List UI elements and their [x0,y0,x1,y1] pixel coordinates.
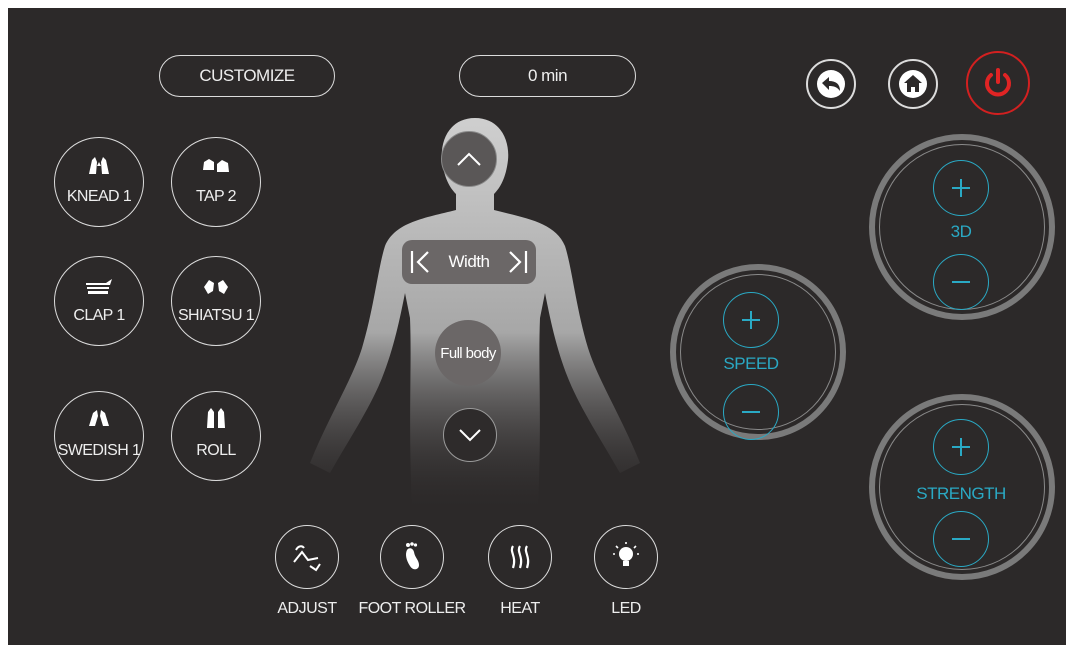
minus-icon [742,411,760,413]
strength-plus-button[interactable] [933,419,989,475]
width-wide-icon[interactable] [506,249,528,275]
width-control: Width [402,240,536,284]
plus-icon [742,311,760,329]
speed-label: SPEED [723,354,779,373]
move-up-button[interactable] [441,131,497,187]
mode-tap-button[interactable]: TAP 2 [171,137,261,227]
adjust-button[interactable] [275,525,339,589]
timer-display: 0 min [459,55,636,97]
width-narrow-icon[interactable] [410,249,432,275]
width-label: Width [448,252,490,271]
customize-button[interactable]: CUSTOMIZE [159,55,335,97]
power-button[interactable] [966,51,1030,115]
power-icon [985,68,1011,97]
strength-minus-button[interactable] [933,511,989,567]
tap-hands-icon [172,154,260,174]
foot-icon [406,542,419,570]
depth-plus-button[interactable] [933,160,989,216]
full-body-button[interactable]: Full body [435,320,501,386]
speed-plus-button[interactable] [723,292,779,348]
minus-icon [952,281,970,283]
depth-minus-button[interactable] [933,254,989,310]
roll-icon [172,406,260,430]
recline-adjust-icon [293,545,321,572]
heat-button[interactable] [488,525,552,589]
shiatsu-hands-icon [172,277,260,297]
plus-icon [952,179,970,197]
plus-icon [952,438,970,456]
led-button[interactable] [594,525,658,589]
mode-clap-button[interactable]: CLAP 1 [54,256,144,346]
knead-hands-icon [55,154,143,176]
speed-minus-button[interactable] [723,384,779,440]
light-bulb-icon [613,542,639,566]
home-button[interactable] [888,59,938,109]
mode-knead-button[interactable]: KNEAD 1 [54,137,144,227]
chevron-up-icon [457,152,481,166]
minus-icon [952,538,970,540]
mode-swedish-button[interactable]: SWEDISH 1 [54,391,144,481]
depth-label: 3D [950,222,972,241]
foot-roller-button[interactable] [380,525,444,589]
mode-shiatsu-button[interactable]: SHIATSU 1 [171,256,261,346]
strength-label: STRENGTH [916,484,1006,503]
massage-chair-screen: CUSTOMIZE 0 min KNEAD 1 TAP 2 CLAP 1 SHI… [8,8,1066,645]
mode-roll-button[interactable]: ROLL [171,391,261,481]
back-button[interactable] [806,59,856,109]
heat-waves-icon [510,545,530,569]
chevron-down-icon [459,429,481,442]
clap-hand-icon [55,277,143,297]
home-icon [899,70,927,98]
led-label: LED [611,600,641,617]
swedish-hands-icon [55,406,143,428]
back-arrow-icon [817,70,845,98]
move-down-button[interactable] [443,408,497,462]
